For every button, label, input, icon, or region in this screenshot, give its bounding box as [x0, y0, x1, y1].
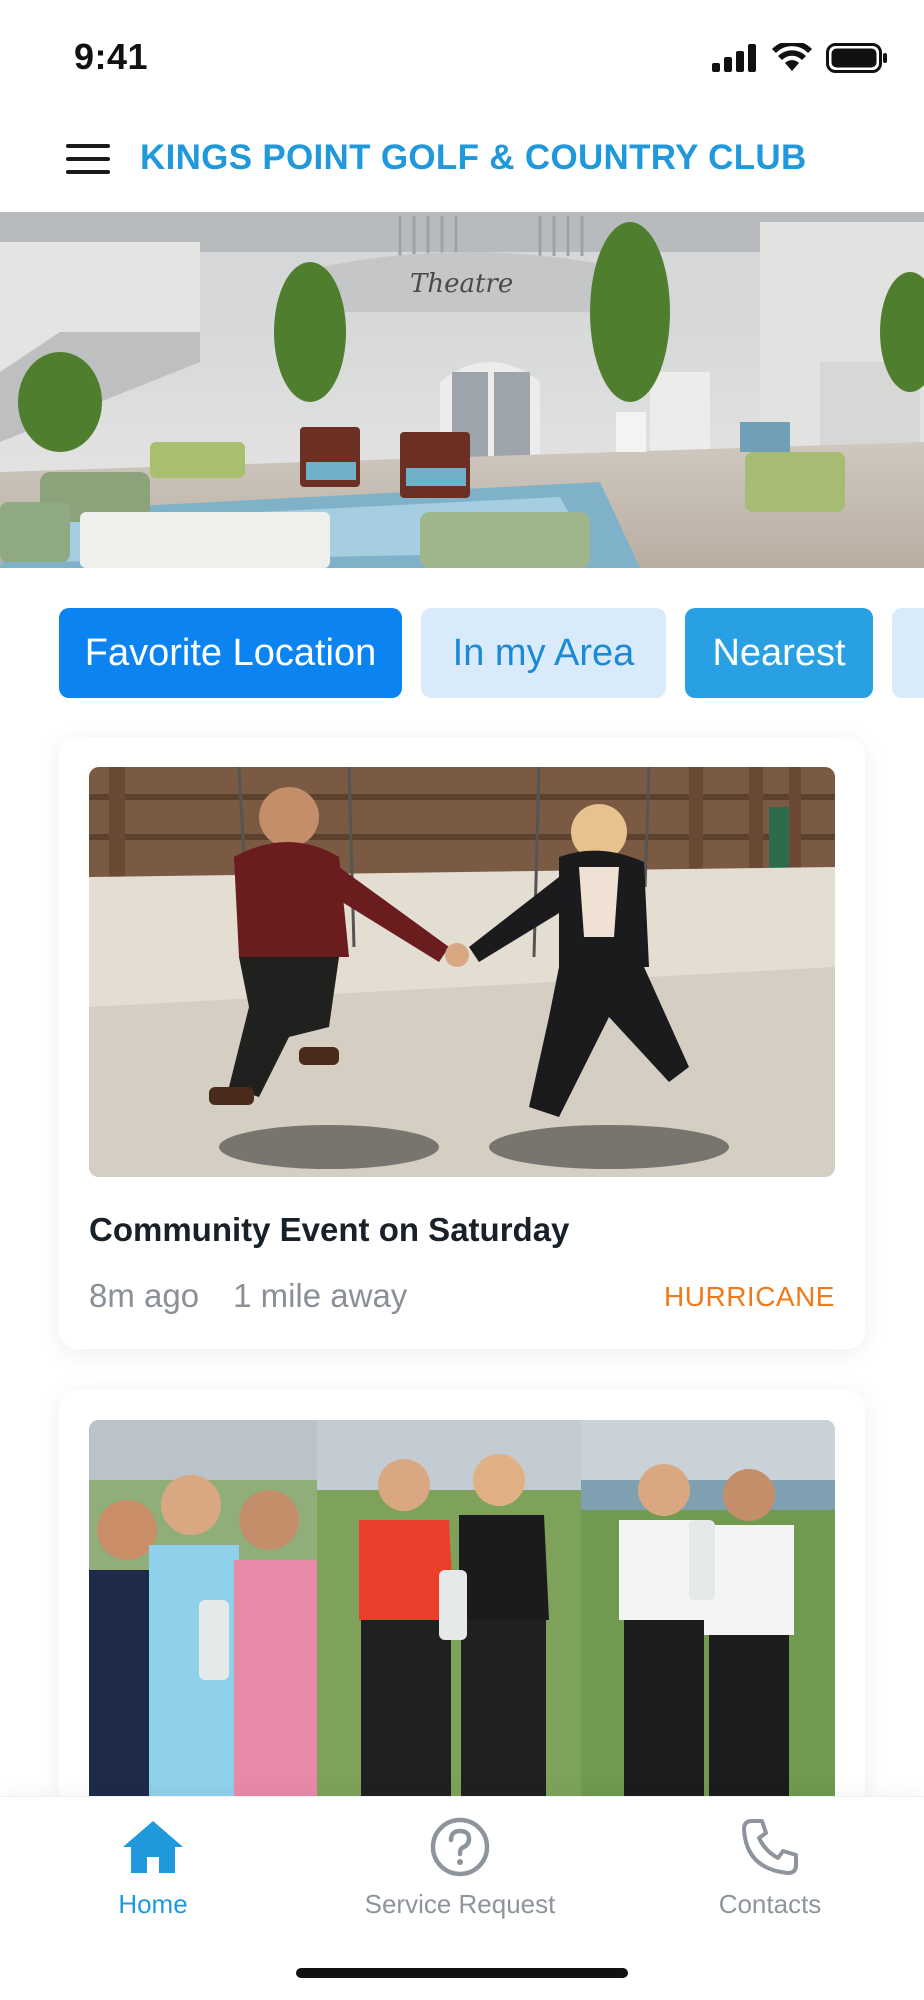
card-time-ago: 8m ago [89, 1277, 200, 1314]
card-category-tag: HURRICANE [664, 1281, 835, 1312]
battery-icon [826, 43, 887, 73]
status-bar: 9:41 [0, 0, 924, 112]
card-meta: 8m ago 1 mile away [89, 1277, 407, 1315]
status-time: 9:41 [74, 36, 149, 77]
hero-image: Theatre [0, 212, 924, 568]
status-icons [712, 40, 888, 76]
wifi-icon [772, 43, 812, 71]
feed-card[interactable]: Community Event on Saturday 8m ago 1 mil… [59, 737, 865, 1349]
event-photo [89, 767, 835, 1177]
tab-service-request[interactable]: Service Request [340, 1815, 580, 1920]
hamburger-menu-icon[interactable] [64, 140, 112, 180]
tab-contacts-label: Contacts [718, 1889, 822, 1919]
card-distance: 1 mile away [233, 1277, 408, 1314]
card-title: Community Event on Saturday [89, 1211, 570, 1248]
club-title: KINGS POINT GOLF & COUNTRY CLUB [140, 138, 807, 177]
tab-contacts[interactable]: Contacts [700, 1815, 840, 1920]
home-indicator [296, 1968, 628, 1978]
question-circle-icon [430, 1817, 490, 1877]
tab-home[interactable]: Home [88, 1815, 218, 1920]
filter-chip-nearest[interactable]: Nearest [685, 608, 873, 698]
svg-text:Theatre: Theatre [410, 269, 513, 299]
tab-home-label: Home [118, 1889, 188, 1919]
filter-chip-partial[interactable] [892, 608, 924, 698]
filter-chip-favorite-location[interactable]: Favorite Location [59, 608, 402, 698]
app-header: KINGS POINT GOLF & COUNTRY CLUB [0, 112, 924, 212]
tab-service-request-label: Service Request [364, 1889, 556, 1919]
event-photo-collage [89, 1420, 835, 1810]
feed-card[interactable] [59, 1390, 865, 1810]
filter-chips: Favorite Location In my Area Nearest [0, 608, 924, 698]
cellular-signal-icon [712, 44, 756, 72]
home-icon [123, 1821, 183, 1873]
phone-icon [742, 1819, 798, 1875]
filter-chip-in-my-area[interactable]: In my Area [421, 608, 666, 698]
